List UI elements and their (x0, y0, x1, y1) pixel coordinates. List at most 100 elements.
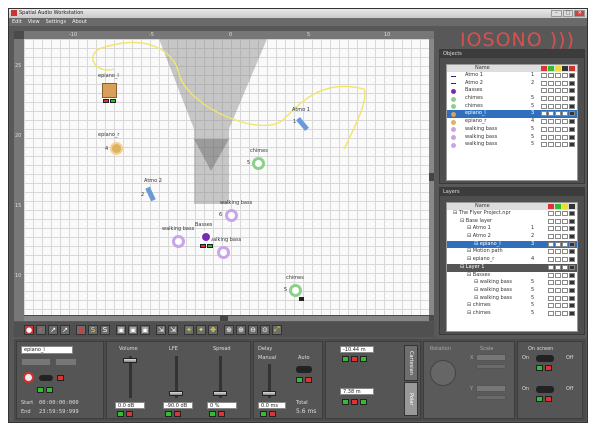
layer-row[interactable]: ⊟ walking bass 5 (447, 279, 577, 287)
menu-about[interactable]: About (72, 18, 87, 26)
object-checkboxes[interactable] (541, 142, 575, 148)
auto-toggle[interactable] (296, 366, 312, 373)
object-checkboxes[interactable] (541, 103, 575, 109)
checkbox[interactable] (569, 234, 575, 240)
checkbox[interactable] (548, 88, 554, 94)
scroll-thumb[interactable] (429, 173, 434, 181)
start-time[interactable]: 00:00:00:000 (39, 400, 79, 406)
layer-checkboxes[interactable] (548, 303, 575, 309)
checkbox[interactable] (562, 234, 568, 240)
checkbox[interactable] (562, 126, 568, 132)
checkbox[interactable] (548, 96, 554, 102)
checkbox[interactable] (562, 241, 568, 247)
volume-reset-button[interactable] (117, 411, 124, 417)
checkbox[interactable] (562, 257, 568, 263)
checkbox[interactable] (562, 134, 568, 140)
solo-button[interactable] (37, 387, 44, 393)
layer-row[interactable]: ⊟ epiano_r 4 (447, 256, 577, 264)
layer-row[interactable]: ⊟ epiano_l 3 (447, 240, 577, 249)
checkbox[interactable] (548, 280, 554, 286)
arrow-icon[interactable]: ↗ (48, 324, 58, 335)
checkbox[interactable] (555, 257, 561, 263)
checkbox[interactable] (562, 249, 568, 255)
source-type-select[interactable] (21, 358, 51, 366)
zoom-icon[interactable]: ⊕ (236, 324, 246, 335)
checkbox[interactable] (569, 226, 575, 232)
horizontal-scrollbar[interactable] (24, 316, 429, 321)
layer-row[interactable]: ⊟ Motion path (447, 248, 577, 256)
checkbox[interactable] (569, 126, 575, 132)
checkbox[interactable] (555, 287, 561, 293)
checkbox[interactable] (562, 80, 568, 86)
layer-checkboxes[interactable] (548, 287, 575, 293)
source-option-select[interactable] (55, 358, 77, 366)
lfe-reset-button[interactable] (165, 411, 172, 417)
tab-cartesian[interactable]: Cartesian (404, 345, 418, 381)
object-row[interactable]: chimes 5 (447, 103, 577, 111)
on-screen-toggle[interactable] (536, 355, 554, 362)
checkbox[interactable] (562, 211, 568, 216)
layer-row[interactable]: ⊟ walking bass 5 (447, 287, 577, 295)
checkbox[interactable] (562, 287, 568, 293)
checkbox[interactable] (569, 272, 575, 278)
checkbox[interactable] (569, 211, 575, 216)
y-position-value[interactable]: 7.38 m (340, 388, 374, 395)
layer-checkboxes[interactable] (548, 218, 575, 224)
delay-value[interactable]: 0.0 ms (258, 402, 286, 409)
object-row[interactable]: Atmo 1 1 (447, 72, 577, 80)
ungroup-icon[interactable]: ⇲ (168, 324, 178, 335)
object-checkboxes[interactable] (541, 73, 575, 78)
layer-row[interactable]: ⊟ chimes 5 (447, 310, 577, 318)
object-checkboxes[interactable] (541, 111, 575, 117)
toggle-switch[interactable] (39, 375, 53, 381)
object-checkboxes[interactable] (541, 96, 575, 102)
mute-button[interactable] (57, 375, 64, 381)
layer-checkboxes[interactable] (548, 234, 575, 240)
checkbox[interactable] (562, 218, 568, 224)
checkbox[interactable] (569, 249, 575, 255)
group-icon[interactable]: ▣ (140, 324, 150, 335)
object-checkboxes[interactable] (541, 80, 575, 86)
checkbox[interactable] (555, 103, 561, 109)
solo-button[interactable] (110, 99, 116, 103)
checkbox[interactable] (562, 142, 568, 148)
menu-view[interactable]: View (28, 18, 40, 26)
checkbox[interactable] (548, 295, 554, 301)
checkbox[interactable] (555, 119, 561, 125)
x-reset-button[interactable] (342, 356, 349, 362)
checkbox[interactable] (548, 303, 554, 309)
x-rec-button[interactable] (351, 356, 358, 362)
snap-icon[interactable]: ☀ (184, 324, 194, 335)
checkbox[interactable] (541, 80, 547, 86)
lfe-knob[interactable] (169, 391, 183, 396)
object-row[interactable]: walking bass 5 (447, 141, 577, 149)
layer-checkboxes[interactable] (548, 280, 575, 286)
object-checkboxes[interactable] (541, 126, 575, 132)
fit-icon[interactable]: ⤢ (272, 324, 282, 335)
volume-knob[interactable] (123, 358, 137, 363)
checkbox[interactable] (555, 241, 561, 247)
curve-tool-icon[interactable]: S (100, 324, 110, 335)
checkbox[interactable] (562, 119, 568, 125)
checkbox[interactable] (541, 73, 547, 78)
checkbox[interactable] (569, 257, 575, 263)
checkbox[interactable] (562, 264, 568, 270)
volume-value[interactable]: 0.0 dB (115, 402, 145, 409)
spread-knob[interactable] (213, 391, 227, 396)
end-time[interactable]: 23:59:59:999 (39, 409, 79, 415)
group-icon[interactable]: ▣ (116, 324, 126, 335)
checkbox[interactable] (548, 103, 554, 109)
link-icon[interactable]: ϵ (36, 324, 46, 335)
checkbox[interactable] (548, 218, 554, 224)
checkbox[interactable] (569, 88, 575, 94)
snap-icon[interactable]: ✦ (196, 324, 206, 335)
checkbox[interactable] (555, 272, 561, 278)
checkbox[interactable] (562, 103, 568, 109)
layer-row[interactable]: ⊟ Atmo 11 (447, 225, 577, 233)
checkbox[interactable] (569, 241, 575, 247)
checkbox[interactable] (548, 264, 554, 270)
scale-x-field[interactable] (476, 354, 506, 361)
object-row[interactable]: epiano_r 4 (447, 118, 577, 126)
layer-checkboxes[interactable] (548, 249, 575, 255)
menu-settings[interactable]: Settings (46, 18, 67, 26)
